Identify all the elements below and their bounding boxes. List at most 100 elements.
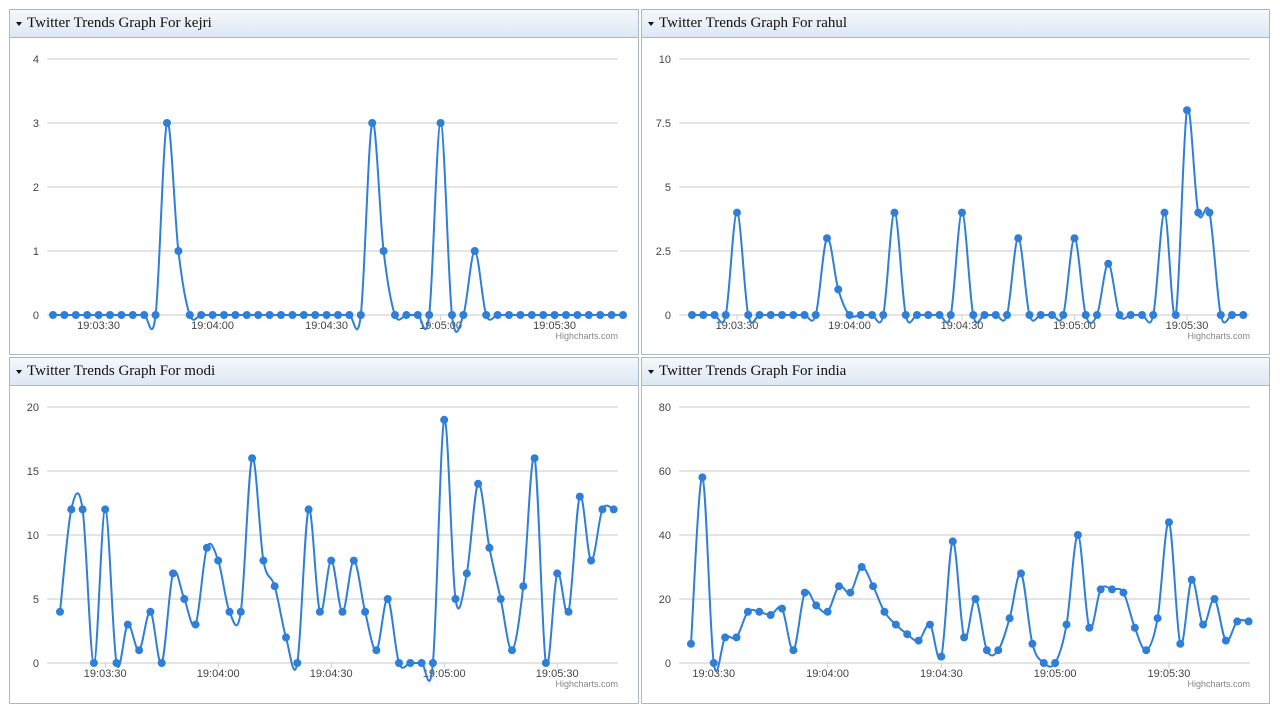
data-point <box>56 607 64 616</box>
panel-header[interactable]: Twitter Trends Graph For kejri <box>10 10 638 38</box>
panel-title: Twitter Trends Graph For kejri <box>27 15 212 31</box>
panel-header[interactable]: Twitter Trends Graph For india <box>642 358 1269 386</box>
data-point <box>575 492 584 501</box>
data-point <box>180 595 189 603</box>
data-point <box>1216 311 1225 319</box>
data-point <box>789 311 798 319</box>
data-point <box>564 607 573 616</box>
y-tick-label: 60 <box>659 466 671 478</box>
x-tick-label: 19:05:30 <box>1148 668 1191 680</box>
line-chart: 02.557.51019:03:30 19:04:00 19:04:30 19:05:… <box>656 54 1250 341</box>
data-point <box>1176 639 1185 648</box>
data-point <box>1115 311 1124 319</box>
data-point <box>937 652 946 661</box>
x-tick-label: 19:05:00 <box>1034 668 1077 680</box>
data-point <box>208 311 217 319</box>
data-point <box>890 208 899 217</box>
y-tick-label: 4 <box>33 54 39 66</box>
x-tick-label: 19:05:00 <box>423 668 466 680</box>
y-tick-label: 2 <box>33 182 39 194</box>
data-point <box>516 311 525 319</box>
data-point <box>413 311 422 319</box>
data-point <box>482 311 491 319</box>
y-tick-label: 0 <box>665 310 671 322</box>
data-point <box>744 311 753 319</box>
data-point <box>812 601 821 610</box>
line-chart: 0 5 10 15 20 19:03:30 19:04:00 19:04:30 19:05:00… <box>27 402 618 689</box>
data-point <box>440 415 449 424</box>
data-point <box>78 505 87 514</box>
data-point <box>1062 620 1071 629</box>
data-point <box>225 607 234 616</box>
data-point <box>1051 659 1060 667</box>
data-point <box>1096 585 1105 594</box>
series-line <box>53 121 623 333</box>
data-point <box>800 588 809 597</box>
chart-panel-modi: Twitter Trends Graph For modi 0 5 10 15 20 19… <box>9 357 639 704</box>
data-point <box>451 595 460 603</box>
data-point <box>83 311 92 319</box>
data-point <box>417 659 426 667</box>
data-point <box>151 311 160 319</box>
data-point <box>448 311 456 319</box>
data-point <box>128 311 137 319</box>
y-tick-label: 3 <box>33 118 39 130</box>
data-point <box>868 311 876 319</box>
data-point <box>573 311 582 319</box>
data-point <box>505 311 513 319</box>
data-point <box>368 119 377 127</box>
data-point <box>315 607 324 616</box>
data-point <box>823 234 831 243</box>
data-point <box>596 311 605 319</box>
data-point <box>733 208 741 217</box>
data-point <box>395 659 403 667</box>
data-point <box>288 311 297 319</box>
data-point <box>960 633 969 642</box>
data-point <box>609 505 618 514</box>
data-point <box>197 311 206 319</box>
data-point <box>299 311 308 319</box>
data-point <box>214 556 223 565</box>
data-point <box>293 659 302 667</box>
data-point <box>428 659 437 667</box>
data-point <box>1228 311 1236 319</box>
data-point <box>112 659 121 667</box>
y-tick-label: 20 <box>27 402 39 414</box>
data-point <box>857 563 866 571</box>
data-point <box>1017 569 1026 578</box>
y-tick-label: 0 <box>33 310 39 322</box>
collapse-caret-icon[interactable] <box>16 370 22 374</box>
data-point <box>117 311 126 319</box>
data-point <box>1085 623 1094 632</box>
data-point <box>924 311 933 319</box>
chart-panel-rahul: Twitter Trends Graph For rahul 0 2.5 5 7.5 1… <box>641 9 1270 355</box>
data-point <box>778 311 786 319</box>
data-point <box>236 607 245 616</box>
data-point <box>891 620 900 629</box>
data-point <box>971 595 980 603</box>
data-point <box>530 454 539 463</box>
x-tick-label: 19:03:30 <box>77 320 120 332</box>
data-point <box>391 311 399 319</box>
data-point <box>254 311 263 319</box>
panel-header[interactable]: Twitter Trends Graph For rahul <box>642 10 1269 38</box>
data-point <box>470 247 479 255</box>
data-point <box>425 311 434 319</box>
panel-header[interactable]: Twitter Trends Graph For modi <box>10 358 638 386</box>
data-point <box>541 659 550 667</box>
collapse-caret-icon[interactable] <box>648 370 654 374</box>
data-point <box>163 119 171 127</box>
data-point <box>402 311 411 319</box>
data-point <box>687 639 695 648</box>
data-point <box>699 311 708 319</box>
data-point <box>94 311 103 319</box>
data-point <box>982 646 991 655</box>
data-point <box>710 311 719 319</box>
collapse-caret-icon[interactable] <box>16 22 22 26</box>
data-point <box>688 311 696 319</box>
collapse-caret-icon[interactable] <box>648 22 654 26</box>
data-point <box>345 311 354 319</box>
data-point <box>913 311 921 319</box>
data-point <box>1036 311 1045 319</box>
data-point <box>698 473 707 482</box>
